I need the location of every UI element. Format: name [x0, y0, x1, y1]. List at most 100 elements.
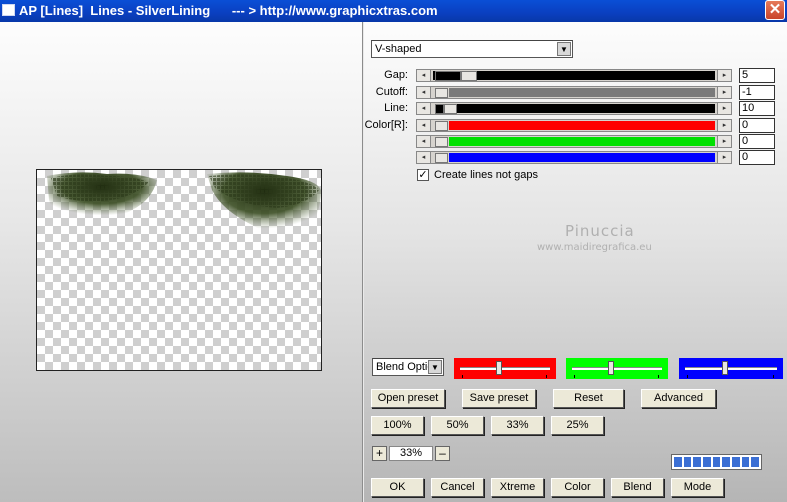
cancel-button[interactable]: Cancel — [431, 478, 484, 497]
slider-track[interactable]: ◂ ▸ — [416, 135, 732, 148]
color-slider-line — [685, 367, 777, 370]
arrow-left-icon[interactable]: ◂ — [416, 119, 431, 132]
slider-track[interactable]: ◂ ▸ — [416, 86, 732, 99]
slider-fill — [449, 153, 715, 162]
zoom-50-button[interactable]: 50% — [431, 416, 484, 435]
watermark-name: Pinuccia — [565, 222, 635, 240]
preview-image[interactable] — [36, 169, 322, 371]
color-button[interactable]: Color — [551, 478, 604, 497]
zoom-33-button[interactable]: 33% — [491, 416, 544, 435]
slider-label: Color[R]: — [364, 119, 408, 131]
zoom-value-field[interactable]: 33% — [389, 446, 433, 461]
progress-segment — [732, 457, 740, 467]
color-slider-knob[interactable] — [496, 361, 502, 375]
blend-select-value: Blend Optio — [376, 361, 434, 373]
progress-segment — [751, 457, 760, 467]
mode-select-value: V-shaped — [375, 43, 422, 55]
ok-button[interactable]: OK — [371, 478, 424, 497]
chevron-down-icon[interactable]: ▼ — [557, 42, 571, 56]
tick-mark — [773, 375, 774, 378]
slider-value-field[interactable]: 0 — [739, 118, 775, 133]
slider-track[interactable]: ◂ ▸ — [416, 119, 732, 132]
app-icon[interactable] — [2, 4, 15, 16]
progress-segment — [674, 457, 682, 467]
slider-fill — [477, 71, 715, 80]
arrow-left-icon[interactable]: ◂ — [416, 135, 431, 148]
foliage-preview — [47, 172, 321, 235]
blue-color-panel[interactable] — [679, 358, 783, 379]
arrow-left-icon[interactable]: ◂ — [416, 151, 431, 164]
progress-segment — [683, 457, 692, 467]
slider-track[interactable]: ◂ ▸ — [416, 102, 732, 115]
slider-track[interactable]: ◂ ▸ — [416, 151, 732, 164]
arrow-right-icon[interactable]: ▸ — [717, 151, 732, 164]
tick-mark — [687, 375, 688, 378]
slider-thumb[interactable] — [435, 104, 444, 114]
color-slider-line — [460, 367, 550, 370]
save-preset-button[interactable]: Save preset — [462, 389, 536, 408]
arrow-left-icon[interactable]: ◂ — [416, 102, 431, 115]
arrow-right-icon[interactable]: ▸ — [717, 69, 732, 82]
arrow-left-icon[interactable]: ◂ — [416, 69, 431, 82]
slider-value-field[interactable]: 10 — [739, 101, 775, 116]
slider-fill — [457, 104, 715, 113]
slider-thumb[interactable] — [435, 137, 448, 147]
progress-segment — [741, 457, 750, 467]
tick-mark — [546, 375, 547, 378]
progress-segment — [722, 457, 731, 467]
mode-button[interactable]: Mode — [671, 478, 724, 497]
zoom-100-button[interactable]: 100% — [371, 416, 424, 435]
open-preset-button[interactable]: Open preset — [371, 389, 445, 408]
progress-segment — [693, 457, 702, 467]
slider-thumb[interactable] — [444, 104, 457, 114]
close-button[interactable]: ✕ — [765, 0, 785, 20]
progress-segment — [703, 457, 711, 467]
slider-thumb[interactable] — [435, 153, 448, 163]
slider-thumb[interactable] — [461, 71, 477, 81]
xtreme-button[interactable]: Xtreme — [491, 478, 544, 497]
slider-fill — [449, 137, 715, 146]
create-lines-checkbox[interactable]: ✓ — [417, 169, 429, 181]
progress-bar — [671, 454, 762, 470]
progress-segment — [712, 457, 721, 467]
color-slider-knob[interactable] — [608, 361, 614, 375]
color-slider-knob[interactable] — [722, 361, 728, 375]
blend-button[interactable]: Blend — [611, 478, 664, 497]
slider-track[interactable]: ◂ ▸ — [416, 69, 732, 82]
slider-thumb[interactable] — [435, 88, 448, 98]
tick-mark — [658, 375, 659, 378]
arrow-right-icon[interactable]: ▸ — [717, 102, 732, 115]
arrow-left-icon[interactable]: ◂ — [416, 86, 431, 99]
title-bar: AP [Lines] Lines - SilverLining --- > ht… — [0, 0, 787, 22]
slider-label: Gap: — [384, 69, 408, 81]
slider-fill — [449, 88, 715, 97]
slider-value-field[interactable]: -1 — [739, 85, 775, 100]
zoom-25-button[interactable]: 25% — [551, 416, 604, 435]
green-color-panel[interactable] — [566, 358, 668, 379]
slider-label: Cutoff: — [375, 86, 408, 98]
reset-button[interactable]: Reset — [553, 389, 624, 408]
arrow-right-icon[interactable]: ▸ — [717, 86, 732, 99]
chevron-down-icon[interactable]: ▼ — [428, 360, 442, 374]
window-title: AP [Lines] Lines - SilverLining --- > ht… — [19, 3, 438, 18]
arrow-right-icon[interactable]: ▸ — [717, 135, 732, 148]
arrow-right-icon[interactable]: ▸ — [717, 119, 732, 132]
blend-select[interactable]: Blend Optio ▼ — [372, 358, 444, 376]
slider-value-field[interactable]: 0 — [739, 134, 775, 149]
slider-value-field[interactable]: 0 — [739, 150, 775, 165]
slider-value-field[interactable]: 5 — [739, 68, 775, 83]
zoom-out-button[interactable]: – — [435, 446, 450, 461]
tick-mark — [462, 375, 463, 378]
mode-select[interactable]: V-shaped ▼ — [371, 40, 573, 58]
slider-thumb[interactable] — [435, 71, 461, 81]
color-slider-line — [572, 367, 662, 370]
slider-thumb[interactable] — [435, 121, 448, 131]
advanced-button[interactable]: Advanced — [641, 389, 716, 408]
zoom-in-button[interactable]: + — [372, 446, 387, 461]
red-color-panel[interactable] — [454, 358, 556, 379]
watermark-url: www.maidiregrafica.eu — [537, 242, 652, 253]
slider-fill — [449, 121, 715, 130]
slider-label: Line: — [384, 102, 408, 114]
preview-pane — [0, 22, 362, 502]
create-lines-label: Create lines not gaps — [434, 169, 538, 181]
